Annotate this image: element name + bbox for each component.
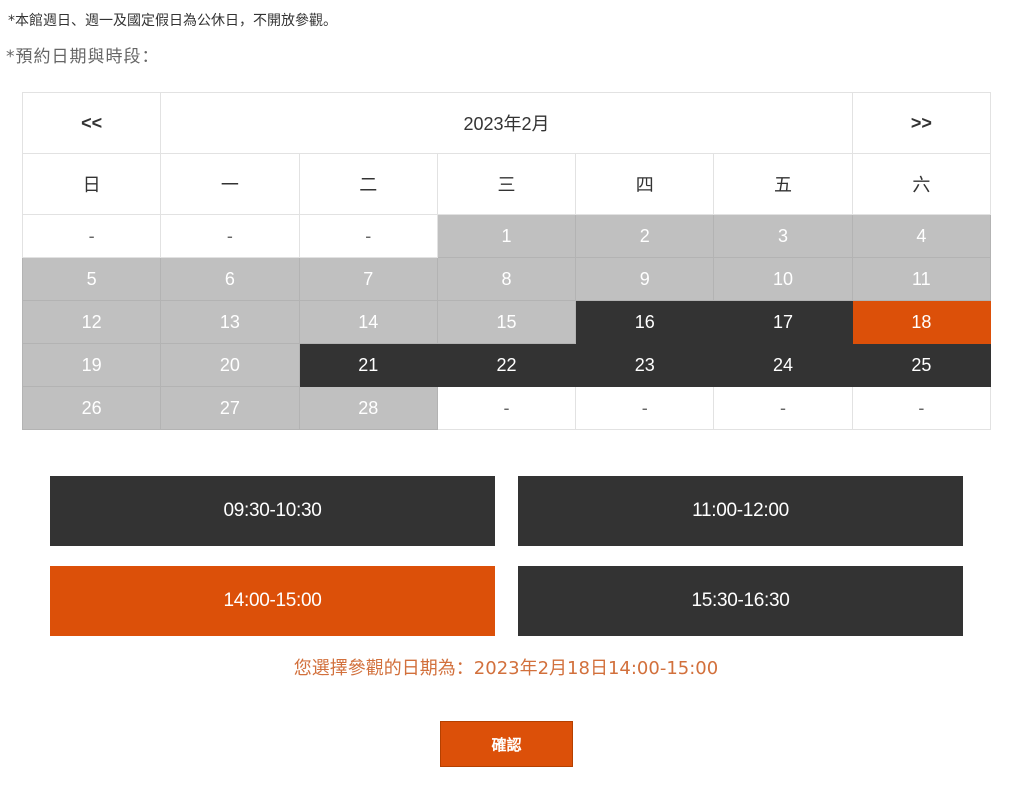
calendar-day-disabled: 2 [575, 214, 715, 258]
calendar-nav-row: << 2023年2月 >> [21, 92, 992, 154]
calendar-empty-cell: - [575, 386, 715, 430]
calendar-day-disabled: 10 [713, 257, 853, 301]
calendar-day-disabled: 4 [851, 214, 992, 258]
calendar-day-disabled: 14 [298, 300, 438, 344]
weekday-wed: 三 [436, 153, 577, 215]
calendar-day-disabled: 26 [21, 386, 162, 430]
calendar-day-selected[interactable]: 18 [851, 300, 992, 344]
calendar-day-disabled: 3 [713, 214, 853, 258]
calendar-day-disabled: 15 [436, 300, 577, 344]
calendar-day-disabled: 5 [21, 257, 162, 301]
calendar-day-disabled: 12 [21, 300, 162, 344]
time-slot-button[interactable]: 11:00-12:00 [518, 476, 963, 546]
calendar-empty-cell: - [21, 214, 162, 258]
selection-summary: 您選擇參觀的日期為：2023年2月18日14:00-15:00 [293, 658, 719, 679]
calendar-empty-cell: - [298, 214, 438, 258]
month-title: 2023年2月 [160, 92, 853, 154]
calendar-week-row: 26 27 28- - - - [21, 386, 992, 430]
calendar-day-disabled: 8 [436, 257, 577, 301]
calendar-day-available[interactable]: 21 [298, 343, 438, 387]
confirm-button[interactable]: 確認 [440, 721, 573, 767]
calendar-day-disabled: 20 [160, 343, 300, 387]
calendar-week-row: ---1234 [21, 214, 992, 258]
calendar-day-disabled: 1 [436, 214, 577, 258]
calendar-day-disabled: 7 [298, 257, 438, 301]
calendar-week-row: 12 13 14 15 16 17 18 [21, 300, 992, 344]
booking-prompt: *預約日期與時段： [6, 47, 160, 67]
weekday-sat: 六 [851, 153, 992, 215]
calendar-day-available[interactable]: 16 [575, 300, 715, 344]
calendar: << 2023年2月 >> 日 一 二 三 四 五 六 ---123456789… [21, 92, 992, 430]
time-slot-button[interactable]: 15:30-16:30 [518, 566, 963, 636]
weekday-mon: 一 [160, 153, 300, 215]
time-slot-button[interactable]: 14:00-15:00 [50, 566, 495, 636]
calendar-empty-cell: - [160, 214, 300, 258]
calendar-day-available[interactable]: 22 [436, 343, 577, 387]
calendar-day-disabled: 27 [160, 386, 300, 430]
closure-notice: *本館週日、週一及國定假日為公休日，不開放參觀。 [8, 13, 337, 29]
calendar-day-available[interactable]: 23 [575, 343, 715, 387]
calendar-week-row: 19 20 21 22 23 24 25 [21, 343, 992, 387]
calendar-empty-cell: - [713, 386, 853, 430]
weekday-sun: 日 [21, 153, 162, 215]
calendar-day-disabled: 9 [575, 257, 715, 301]
weekday-thu: 四 [575, 153, 715, 215]
calendar-day-available[interactable]: 25 [851, 343, 992, 387]
calendar-day-disabled: 19 [21, 343, 162, 387]
calendar-day-available[interactable]: 17 [713, 300, 853, 344]
weekday-fri: 五 [713, 153, 853, 215]
calendar-empty-cell: - [851, 386, 992, 430]
calendar-day-disabled: 11 [851, 257, 992, 301]
calendar-empty-cell: - [436, 386, 577, 430]
calendar-day-disabled: 13 [160, 300, 300, 344]
next-month-button[interactable]: >> [851, 92, 992, 154]
time-slot-button[interactable]: 09:30-10:30 [50, 476, 495, 546]
calendar-day-available[interactable]: 24 [713, 343, 853, 387]
weekday-tue: 二 [298, 153, 438, 215]
calendar-day-disabled: 28 [298, 386, 438, 430]
weekday-header-row: 日 一 二 三 四 五 六 [21, 153, 992, 215]
calendar-week-row: 5 6 7 8 9 10 11 [21, 257, 992, 301]
prev-month-button[interactable]: << [21, 92, 162, 154]
calendar-day-disabled: 6 [160, 257, 300, 301]
